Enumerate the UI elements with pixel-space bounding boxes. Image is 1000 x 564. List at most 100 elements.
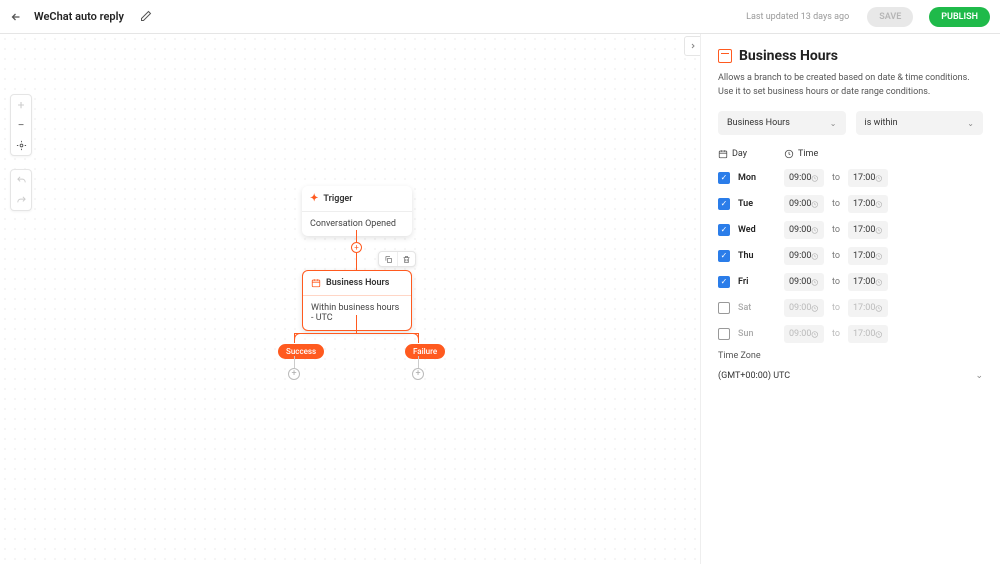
business-hours-node-header: Business Hours [303, 271, 411, 295]
branch-success-pill[interactable]: Success [278, 344, 324, 359]
day-time-headers: Day Time [718, 149, 983, 159]
add-failure-step-button[interactable]: + [412, 368, 424, 380]
save-button[interactable]: SAVE [867, 7, 913, 27]
time-from-input[interactable]: 09:00 [784, 247, 824, 265]
calendar-icon [311, 278, 321, 288]
day-name: Sun [738, 329, 784, 339]
time-to-input[interactable]: 17:00 [848, 247, 888, 265]
copy-node-button[interactable] [379, 252, 397, 266]
chevron-down-icon: ⌄ [975, 371, 983, 381]
time-from-input: 09:00 [784, 325, 824, 343]
panel-description: Allows a branch to be created based on d… [718, 72, 983, 99]
time-to-input: 17:00 [848, 299, 888, 317]
day-name: Thu [738, 251, 784, 261]
connector [356, 253, 357, 270]
calendar-icon [718, 149, 728, 159]
add-success-step-button[interactable]: + [288, 368, 300, 380]
workflow-title: WeChat auto reply [34, 10, 124, 23]
day-name: Mon [738, 173, 784, 183]
timezone-value: (GMT+00:00) UTC [718, 371, 790, 381]
day-name: Sat [738, 303, 784, 313]
day-row: Wed09:00to17:00 [718, 221, 983, 239]
to-label: to [832, 329, 840, 339]
zoom-out-button[interactable]: − [11, 115, 31, 135]
properties-panel: Business Hours Allows a branch to be cre… [700, 34, 1000, 564]
panel-title: Business Hours [718, 48, 983, 64]
day-checkbox[interactable] [718, 328, 730, 340]
timezone-label: Time Zone [718, 351, 983, 361]
condition-type-select[interactable]: Business Hours ⌄ [718, 111, 846, 135]
business-hours-node-title: Business Hours [326, 278, 389, 288]
redo-button[interactable] [11, 190, 31, 210]
time-to-input[interactable]: 17:00 [848, 195, 888, 213]
trigger-node-body: Conversation Opened [302, 211, 412, 236]
day-row: Thu09:00 to 17:00 [718, 247, 983, 265]
day-checkbox[interactable] [718, 224, 730, 236]
trigger-icon: ✦ [310, 193, 318, 204]
connector [356, 315, 357, 333]
workflow-canvas[interactable]: + − ✦ Trigger Conversation Opened + [0, 34, 700, 564]
zoom-toolbar: + − [10, 94, 32, 156]
time-to-input: 17:00 [848, 325, 888, 343]
to-label: to [832, 303, 840, 313]
day-checkbox[interactable] [718, 198, 730, 210]
zoom-in-button[interactable]: + [11, 95, 31, 115]
to-label: to [832, 225, 840, 235]
condition-operator-select[interactable]: is within ⌄ [856, 111, 984, 135]
time-to-input[interactable]: 17:00 [848, 273, 888, 291]
time-to-input[interactable]: 17:00 [848, 169, 888, 187]
trigger-node-header: ✦ Trigger [302, 186, 412, 211]
time-from-input[interactable]: 09:00 [784, 195, 824, 213]
day-checkbox[interactable] [718, 302, 730, 314]
to-label: to [832, 173, 840, 183]
day-row: Tue09:00 to 17:00 [718, 195, 983, 213]
time-from-input: 09:00 [784, 299, 824, 317]
calendar-icon [718, 49, 732, 63]
condition-type-value: Business Hours [727, 118, 790, 128]
business-hours-node[interactable]: Business Hours Within business hours - U… [302, 270, 412, 331]
connector [294, 333, 419, 334]
timezone-select[interactable]: (GMT+00:00) UTC ⌄ [718, 367, 983, 385]
time-column-header: Time [784, 149, 818, 159]
collapse-panel-button[interactable] [684, 36, 700, 56]
chevron-down-icon: ⌄ [967, 119, 974, 128]
publish-button[interactable]: PUBLISH [929, 7, 990, 27]
back-button[interactable] [8, 9, 24, 25]
day-row: Sun09:00 to 17:00 [718, 325, 983, 343]
chevron-down-icon: ⌄ [830, 119, 837, 128]
to-label: to [832, 199, 840, 209]
last-updated-text: Last updated 13 days ago [746, 12, 849, 22]
branch-failure-pill[interactable]: Failure [405, 344, 445, 359]
panel-title-text: Business Hours [739, 48, 838, 64]
day-name: Fri [738, 277, 784, 287]
day-row: Sat09:00 to 17:00 [718, 299, 983, 317]
clock-icon [784, 149, 794, 159]
history-toolbar [10, 169, 32, 211]
trigger-node-title: Trigger [323, 194, 352, 204]
day-checkbox[interactable] [718, 250, 730, 262]
day-checkbox[interactable] [718, 172, 730, 184]
add-step-button[interactable]: + [351, 242, 362, 253]
to-label: to [832, 251, 840, 261]
day-checkbox[interactable] [718, 276, 730, 288]
day-name: Tue [738, 199, 784, 209]
edit-title-button[interactable] [140, 10, 154, 24]
connector [356, 230, 357, 242]
fit-view-button[interactable] [11, 135, 31, 155]
time-from-input[interactable]: 09:00 [784, 221, 824, 239]
time-from-input[interactable]: 09:00 [784, 169, 824, 187]
undo-button[interactable] [11, 170, 31, 190]
connector [418, 356, 419, 368]
delete-node-button[interactable] [397, 252, 415, 266]
to-label: to [832, 277, 840, 287]
business-hours-node-body: Within business hours - UTC [303, 295, 411, 330]
connector [294, 333, 295, 343]
condition-operator-value: is within [865, 118, 898, 128]
trigger-node[interactable]: ✦ Trigger Conversation Opened [302, 186, 412, 236]
app-header: WeChat auto reply Last updated 13 days a… [0, 0, 1000, 34]
day-row: Mon09:00 to 17:00 [718, 169, 983, 187]
time-from-input[interactable]: 09:00 [784, 273, 824, 291]
day-column-header: Day [718, 149, 784, 159]
time-to-input[interactable]: 17:00 [848, 221, 888, 239]
days-list: Mon09:00to17:00Tue09:00to17:00Wed09:00to… [718, 169, 983, 343]
